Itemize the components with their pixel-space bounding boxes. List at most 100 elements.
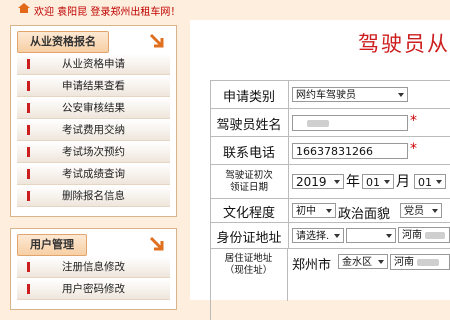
chevron-down-icon bbox=[326, 209, 332, 213]
sidebar-item-score-query[interactable]: 考试成绩查询 bbox=[17, 164, 170, 185]
license-day-select[interactable]: 01 bbox=[414, 174, 446, 189]
label-line: 领证日期 bbox=[229, 182, 268, 193]
residence-district-select[interactable]: 金水区 bbox=[338, 254, 388, 269]
select-value: 党员 bbox=[404, 206, 424, 217]
select-value: 金水区 bbox=[342, 257, 372, 268]
license-year-select[interactable]: 2019 bbox=[292, 174, 344, 189]
redacted-mark bbox=[425, 232, 445, 239]
required-mark: * bbox=[410, 141, 417, 157]
label-driver-name: 驾驶员姓名 bbox=[210, 109, 289, 137]
sidebar-item-label: 注册信息修改 bbox=[62, 261, 125, 273]
chevron-down-icon bbox=[398, 93, 404, 97]
label-line: 居住证地址 bbox=[224, 253, 273, 264]
id-address-input[interactable]: 河南 bbox=[398, 227, 450, 243]
phone-input[interactable]: 16637831266 bbox=[292, 143, 408, 159]
label-residence-address: 居住证地址 （现住址） bbox=[210, 249, 288, 301]
redacted-mark bbox=[307, 120, 329, 127]
arrow-down-right-icon bbox=[149, 236, 164, 251]
chevron-down-icon bbox=[432, 209, 438, 213]
month-unit: 月 bbox=[396, 174, 410, 190]
chevron-down-icon bbox=[334, 234, 340, 238]
input-value: 河南 bbox=[394, 257, 414, 268]
select-value: 初中 bbox=[296, 206, 316, 217]
sidebar-item-edit-registration[interactable]: 注册信息修改 bbox=[17, 257, 170, 278]
input-value: 16637831266 bbox=[296, 145, 373, 158]
sidebar: 从业资格报名 从业资格申请 申请结果查看 公安审核结果 考试费用交纳 考试场次预… bbox=[0, 20, 190, 310]
sidebar-item-label: 从业资格申请 bbox=[62, 58, 125, 70]
id-city-select[interactable] bbox=[346, 228, 396, 243]
main-content: 驾驶员从 申请类别 网约车驾驶员 驾驶员姓名 * 联系电话 1663783126… bbox=[190, 20, 450, 320]
bullet-marker bbox=[27, 191, 30, 201]
chevron-down-icon bbox=[436, 180, 442, 184]
panel-header: 从业资格报名 bbox=[11, 26, 176, 54]
row-license-date: 驾驶证初次 领证日期 2019 年 01 月 01 bbox=[210, 164, 450, 199]
select-value: 请选择. bbox=[296, 231, 330, 242]
sidebar-item-label: 考试场次预约 bbox=[62, 146, 125, 158]
sidebar-item-label: 用户密码修改 bbox=[62, 283, 125, 295]
label-education: 文化程度 bbox=[210, 199, 289, 223]
label-phone: 联系电话 bbox=[210, 137, 289, 165]
label-line: 驾驶证初次 bbox=[225, 170, 273, 181]
home-icon bbox=[18, 3, 30, 13]
sidebar-item-label: 公安审核结果 bbox=[62, 102, 125, 114]
education-select[interactable]: 初中 bbox=[292, 203, 336, 218]
panel-title-user-management: 用户管理 bbox=[17, 234, 87, 256]
driver-name-input[interactable] bbox=[292, 115, 408, 131]
label-political-status: 政治面貌 bbox=[338, 207, 391, 222]
label-id-address: 身份证地址 bbox=[210, 223, 289, 249]
year-unit: 年 bbox=[346, 174, 360, 190]
form-border bbox=[210, 80, 211, 320]
residence-address-input[interactable]: 河南 bbox=[390, 254, 450, 270]
sidebar-item-change-password[interactable]: 用户密码修改 bbox=[17, 279, 170, 300]
sidebar-item-label: 考试费用交纳 bbox=[62, 124, 125, 136]
bullet-marker bbox=[27, 81, 30, 91]
bullet-marker bbox=[27, 125, 30, 135]
page-title: 驾驶员从 bbox=[358, 32, 450, 56]
license-month-select[interactable]: 01 bbox=[362, 174, 394, 189]
row-phone: 联系电话 16637831266 * bbox=[210, 136, 450, 165]
panel-user-management: 用户管理 注册信息修改 用户密码修改 bbox=[10, 228, 177, 310]
required-mark: * bbox=[410, 113, 417, 129]
arrow-down-right-icon bbox=[149, 33, 164, 48]
sidebar-item-exam-booking[interactable]: 考试场次预约 bbox=[17, 142, 170, 163]
panel-title-qualification: 从业资格报名 bbox=[17, 31, 109, 53]
label-line: （现住址） bbox=[224, 265, 273, 276]
label-application-type: 申请类别 bbox=[210, 81, 289, 109]
row-application-type: 申请类别 网约车驾驶员 bbox=[210, 80, 450, 109]
chevron-down-icon bbox=[334, 180, 340, 184]
row-residence-address: 居住证地址 （现住址） 郑州市 金水区 河南 bbox=[210, 248, 450, 301]
redacted-mark bbox=[417, 259, 439, 266]
chevron-down-icon bbox=[378, 260, 384, 264]
bullet-marker bbox=[27, 59, 30, 69]
row-id-address: 身份证地址 请选择. 河南 bbox=[210, 222, 450, 249]
label-license-date: 驾驶证初次 领证日期 bbox=[210, 165, 289, 199]
sidebar-item-exam-fee[interactable]: 考试费用交纳 bbox=[17, 120, 170, 141]
bullet-marker bbox=[27, 262, 30, 272]
chevron-down-icon bbox=[384, 180, 390, 184]
bullet-marker bbox=[27, 284, 30, 294]
input-value: 河南 bbox=[402, 230, 422, 241]
chevron-down-icon bbox=[386, 234, 392, 238]
sidebar-item-label: 考试成绩查询 bbox=[62, 168, 125, 180]
row-education: 文化程度 初中 政治面貌 党员 bbox=[210, 198, 450, 223]
bullet-marker bbox=[27, 169, 30, 179]
sidebar-item-label: 申请结果查看 bbox=[62, 80, 125, 92]
sidebar-item-apply[interactable]: 从业资格申请 bbox=[17, 54, 170, 75]
select-value: 网约车驾驶员 bbox=[296, 90, 356, 101]
id-province-select[interactable]: 请选择. bbox=[292, 228, 344, 243]
row-driver-name: 驾驶员姓名 * bbox=[210, 108, 450, 137]
political-status-select[interactable]: 党员 bbox=[400, 203, 442, 218]
bullet-marker bbox=[27, 103, 30, 113]
bullet-marker bbox=[27, 147, 30, 157]
select-value: 01 bbox=[418, 176, 432, 189]
panel-qualification: 从业资格报名 从业资格申请 申请结果查看 公安审核结果 考试费用交纳 考试场次预… bbox=[10, 25, 177, 217]
application-type-select[interactable]: 网约车驾驶员 bbox=[292, 87, 408, 102]
panel-header: 用户管理 bbox=[11, 229, 176, 257]
sidebar-item-delete-registration[interactable]: 删除报名信息 bbox=[17, 186, 170, 207]
sidebar-item-label: 删除报名信息 bbox=[62, 190, 125, 202]
residence-city: 郑州市 bbox=[292, 258, 332, 273]
sidebar-item-police-review[interactable]: 公安审核结果 bbox=[17, 98, 170, 119]
sidebar-item-result-view[interactable]: 申请结果查看 bbox=[17, 76, 170, 97]
select-value: 2019 bbox=[296, 175, 327, 189]
top-bar: 欢迎 袁阳昆 登录郑州出租车网！ bbox=[0, 0, 450, 20]
